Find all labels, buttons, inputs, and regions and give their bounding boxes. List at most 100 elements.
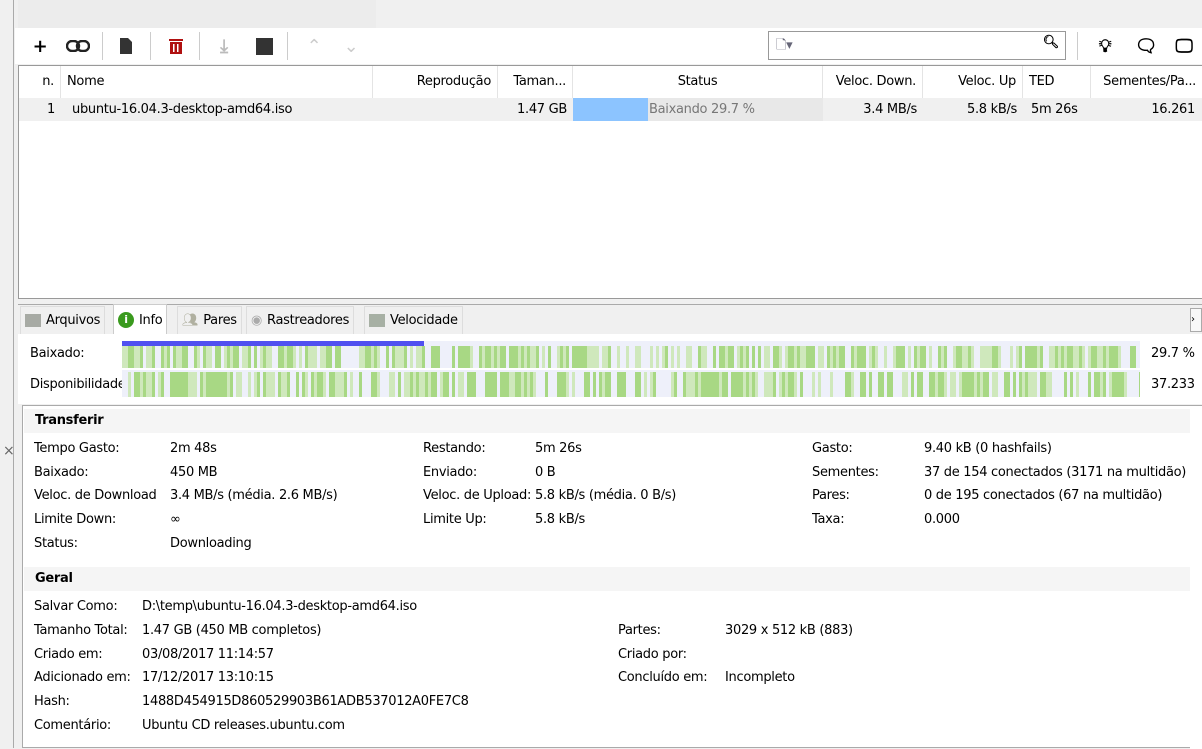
col-play[interactable]: Reprodução [373,66,498,98]
bulb-icon[interactable]: 💡︎ [1092,34,1118,58]
tab-label: Velocidade [390,313,458,328]
col-up[interactable]: Veloc. Up [923,66,1023,98]
downloaded-label: Baixado: [30,346,85,361]
field-label: Pares: [812,488,850,504]
tab-info[interactable]: i Info [113,304,168,335]
tab-label: Pares [203,313,237,328]
field-value: 3029 x 512 kB (883) [725,622,853,638]
field-label: Veloc. de Upload: [423,488,532,504]
down-icon[interactable]: ⌄ [338,34,364,58]
row-eta: 5m 26s [1031,102,1078,117]
section-transfer: Transferir [24,409,1191,433]
col-n[interactable]: n. [19,66,61,98]
tab-label: Arquivos [46,313,101,328]
panel-menu-button[interactable]: › [1190,308,1202,332]
field-value: 1488D454915D860529903B61ADB537012A0FE7C8 [142,694,469,710]
field-label: Adicionado em: [34,670,131,686]
file-type-icon[interactable]: 🗋▾ [776,36,793,58]
field-value: Downloading [170,535,252,551]
field-value: Incompleto [725,670,795,686]
field-value: 03/08/2017 11:14:57 [142,646,274,662]
link-icon[interactable] [65,34,91,58]
field-label: Limite Up: [423,512,487,528]
field-value: 1.47 GB (450 MB completos) [142,622,322,638]
field-label: Restando: [423,441,486,456]
info-panel: Transferir Tempo Gasto: 2m 48s Baixado: 450… [22,405,1202,749]
row-up: 5.8 kB/s [966,102,1017,117]
search-box[interactable]: 🗋▾ 🔍︎ [768,31,1066,60]
field-label: Tamanho Total: [34,622,128,638]
tab-speed[interactable]: Velocidade [364,306,463,335]
downloaded-pieces-bar [122,341,1140,368]
field-value: 2m 48s [170,441,217,456]
field-label: Criado em: [34,646,103,662]
col-down[interactable]: Veloc. Down. [823,66,923,98]
field-label: Tempo Gasto: [34,441,120,456]
status-text: Baixando 29.7 % [649,102,755,117]
field-label: Gasto: [812,441,853,456]
row-seeds: 16.261 [1151,102,1195,117]
row-size: 1.47 GB [517,102,567,117]
field-label: Limite Down: [34,512,116,528]
field-value: 5.8 kB/s (média. 0 B/s) [535,488,677,504]
close-icon[interactable]: × [3,443,15,459]
field-value: Ubuntu CD releases.ubuntu.com [142,718,345,733]
availability-label: Disponibilidade [30,377,122,392]
col-status[interactable]: Status [573,66,823,98]
side-panel: × [0,0,15,748]
col-eta[interactable]: TED [1023,66,1091,98]
field-label: Veloc. de Download: [34,488,158,504]
peers-icon: 👥︎ [182,313,199,328]
field-label: Partes: [618,622,661,638]
availability-value: 37.233 [1151,377,1195,392]
field-value: 0 B [535,464,556,480]
field-label: Concluído em: [618,670,708,686]
pieces-area: Baixado: 29.7 % Disponibilidade 37.233 [18,334,1202,404]
speed-chart-icon [369,314,385,327]
tab-peers[interactable]: 👥︎ Pares [177,306,242,335]
field-value: 37 de 154 conectados (3171 na multidão) [924,464,1187,480]
table-row[interactable]: 1 ubuntu-16.04.3-desktop-amd64.iso 1.47 … [19,98,1202,121]
field-value: 0.000 [924,512,960,528]
files-icon [25,314,41,327]
stop-icon[interactable] [251,34,277,58]
field-label: Enviado: [423,464,477,480]
field-label: Hash: [34,694,70,710]
download-icon[interactable]: ⤓ [211,34,237,58]
trash-icon[interactable] [163,34,189,58]
field-label: Taxa: [812,512,845,528]
availability-bar [122,370,1140,397]
tab-trackers[interactable]: ◉ Rastreadores [246,306,355,335]
trackers-icon: ◉ [251,313,263,328]
field-label: Baixado: [34,464,89,480]
chat-icon[interactable]: 🗨︎ [1133,34,1159,58]
search-input[interactable] [809,35,1029,56]
field-value: 5.8 kB/s [535,512,586,528]
tab-files[interactable]: Arquivos [20,306,106,335]
field-value: 3.4 MB/s (média. 2.6 MB/s) [170,488,338,504]
tab-label: Rastreadores [267,313,350,328]
col-seeds[interactable]: Sementes/Pa... [1091,66,1202,98]
scrollbar[interactable] [1190,406,1202,749]
field-value: 450 MB [170,464,218,480]
field-value: 0 de 195 conectados (67 na multidão) [924,488,1163,504]
info-icon: i [118,312,134,328]
field-value: 9.40 kB (0 hashfails) [924,441,1052,456]
downloaded-pct: 29.7 % [1151,346,1195,361]
field-value: D:\temp\ubuntu-16.04.3-desktop-amd64.iso [142,599,417,614]
add-icon[interactable]: + [27,34,53,58]
col-size[interactable]: Taman... [498,66,573,98]
field-label: Comentário: [34,718,111,733]
col-name[interactable]: Nome [61,66,373,98]
status-progress-fill [573,98,648,121]
up-icon[interactable]: ⌃ [301,34,327,58]
field-label: Status: [34,535,78,551]
file-icon[interactable] [113,34,139,58]
torrent-list: n. Nome Reprodução Taman... Status Veloc… [18,65,1202,299]
field-label: Salvar Como: [34,599,118,614]
row-n: 1 [47,102,55,117]
pieces-stripes [122,372,1140,397]
row-status: Baixando 29.7 % [573,98,823,121]
monitor-icon[interactable]: 🖵︎ [1171,34,1197,58]
search-icon[interactable]: 🔍︎ [1043,35,1060,50]
